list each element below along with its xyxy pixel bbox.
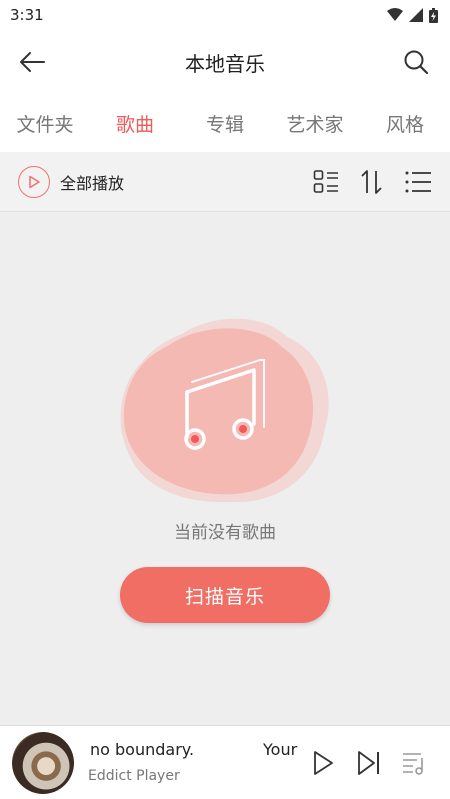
- play-icon: [314, 751, 333, 775]
- now-playing-artist: Eddict Player: [88, 768, 180, 784]
- playlist-icon: [403, 753, 423, 775]
- list-toolbar: 全部播放: [0, 152, 450, 212]
- list-view-button[interactable]: [404, 168, 432, 196]
- sort-button[interactable]: [358, 168, 386, 196]
- status-bar: 3:31: [0, 0, 450, 30]
- wifi-icon: [387, 8, 403, 21]
- skip-next-icon: [358, 751, 379, 775]
- arrow-left-icon: [20, 52, 45, 72]
- toolbar-icons: [312, 168, 432, 196]
- play-all-button[interactable]: [18, 165, 50, 198]
- tab-genres[interactable]: 风格: [360, 110, 450, 137]
- signal-icon: [409, 8, 423, 22]
- select-mode-button[interactable]: [312, 168, 340, 196]
- status-icons: [387, 7, 438, 23]
- next-button[interactable]: [354, 747, 384, 779]
- search-button[interactable]: [400, 46, 432, 78]
- battery-icon: [429, 7, 438, 23]
- page-title: 本地音乐: [185, 51, 265, 76]
- search-icon: [404, 50, 429, 75]
- tab-artists[interactable]: 艺术家: [270, 110, 360, 137]
- tab-songs[interactable]: 歌曲: [90, 110, 180, 137]
- now-playing-title-next: Your: [263, 740, 298, 759]
- tab-albums[interactable]: 专辑: [180, 110, 270, 137]
- sort-icon: [361, 169, 382, 194]
- back-button[interactable]: [16, 46, 48, 78]
- empty-state: 当前没有歌曲 扫描音乐: [0, 212, 450, 725]
- music-note-illustration: [120, 318, 329, 503]
- play-all-label[interactable]: 全部播放: [60, 170, 124, 194]
- now-playing-title[interactable]: no boundary.: [90, 740, 194, 759]
- app-header: 本地音乐: [0, 30, 450, 94]
- album-art[interactable]: [12, 732, 74, 794]
- mini-player[interactable]: no boundary. Your Eddict Player: [0, 725, 450, 799]
- play-icon: [29, 175, 40, 188]
- play-button[interactable]: [308, 747, 338, 779]
- scan-music-button[interactable]: 扫描音乐: [120, 567, 330, 623]
- list-icon: [405, 171, 431, 192]
- empty-message: 当前没有歌曲: [174, 523, 276, 543]
- status-time: 3:31: [10, 6, 44, 24]
- tab-folder[interactable]: 文件夹: [0, 110, 90, 137]
- playlist-button[interactable]: [400, 747, 430, 779]
- multi-select-icon: [313, 169, 338, 193]
- category-tabs: 文件夹 歌曲 专辑 艺术家 风格: [0, 94, 450, 152]
